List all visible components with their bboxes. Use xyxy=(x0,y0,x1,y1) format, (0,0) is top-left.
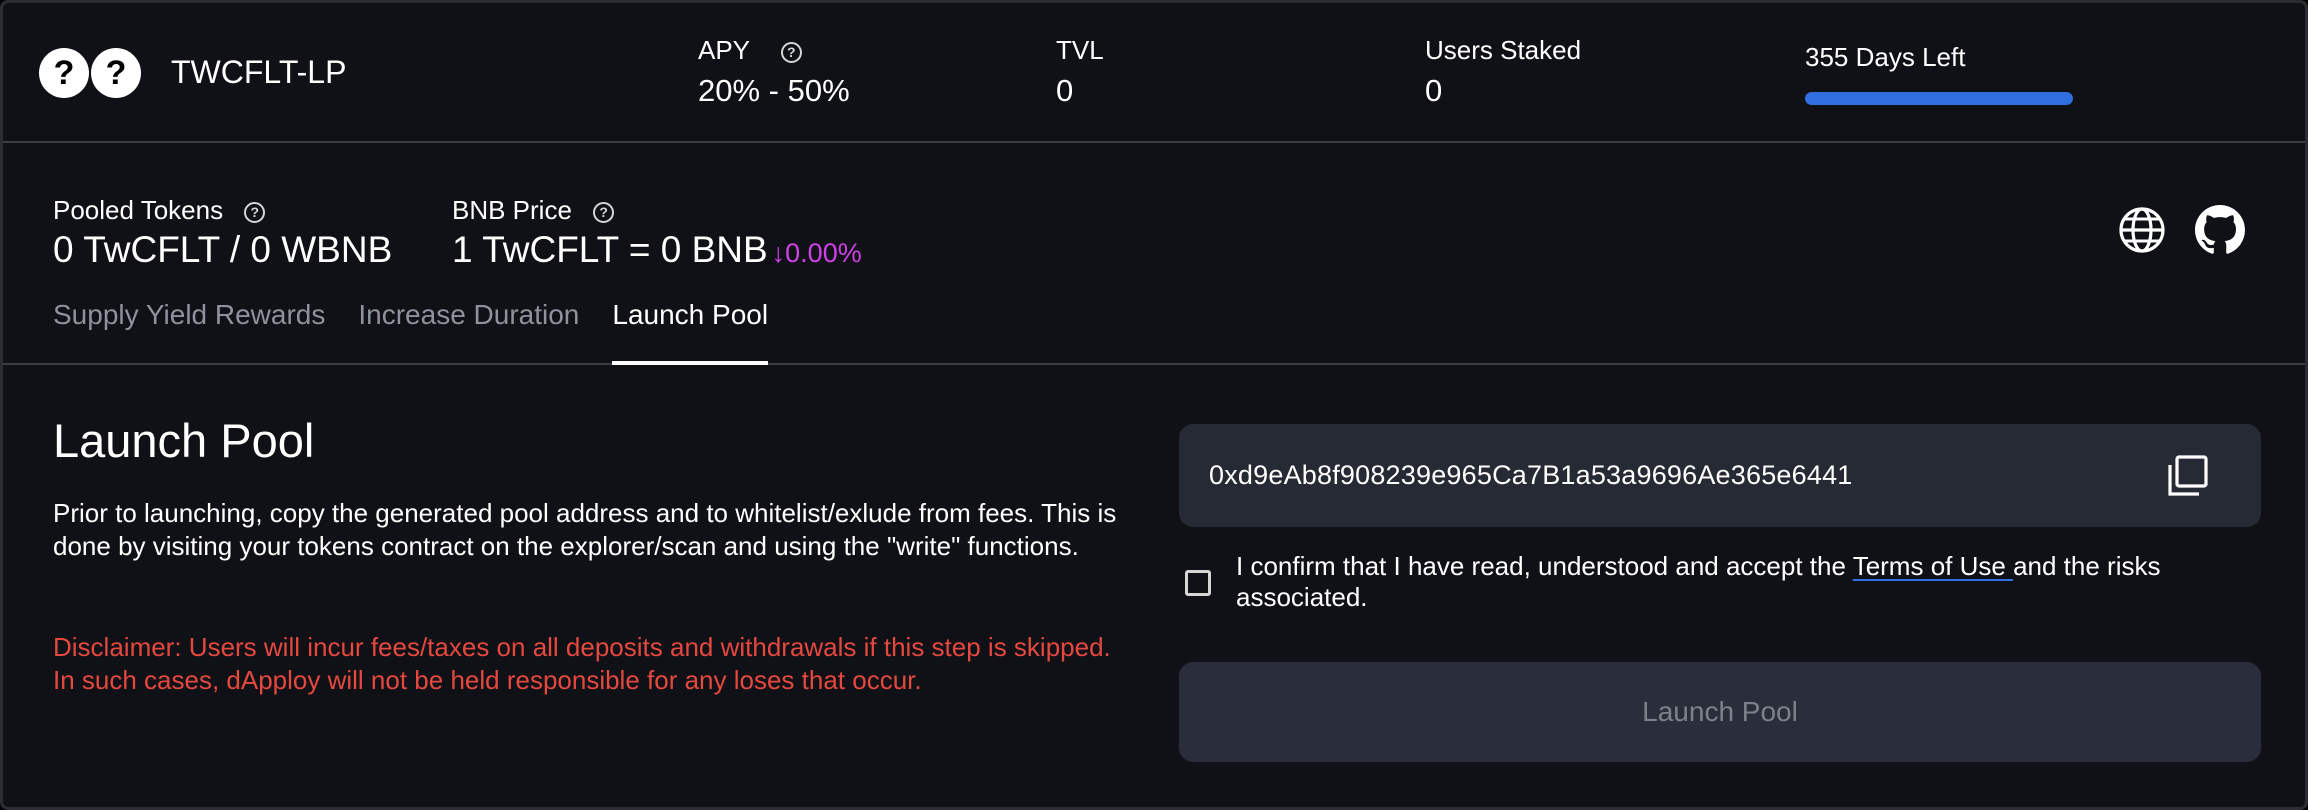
pooled-tokens-label-row: Pooled Tokens ? xyxy=(53,195,266,226)
bnb-price-label: BNB Price xyxy=(452,195,572,225)
days-left-progress xyxy=(1805,92,2073,105)
pooled-tokens-help-icon[interactable]: ? xyxy=(244,201,266,223)
tvl-label: TVL xyxy=(1056,35,1104,65)
apy-value: 20% - 50% xyxy=(698,73,850,108)
pool-info: Pooled Tokens ? 0 TwCFLT / 0 WBNB BNB Pr… xyxy=(3,143,2305,365)
disclaimer-text: Disclaimer: Users will incur fees/taxes … xyxy=(53,632,1111,695)
bnb-price-row: 1 TwCFLT = 0 BNB ↓0.00% xyxy=(452,229,862,271)
copy-icon[interactable] xyxy=(2165,454,2209,498)
tab-supply-yield-rewards[interactable]: Supply Yield Rewards xyxy=(53,299,325,365)
bnb-price-help-icon[interactable]: ? xyxy=(593,201,615,223)
users-staked-value: 0 xyxy=(1425,73,1443,108)
bnb-price-label-row: BNB Price ? xyxy=(452,195,615,226)
pooled-tokens-label: Pooled Tokens xyxy=(53,195,224,225)
launch-pool-button[interactable]: Launch Pool xyxy=(1179,662,2261,762)
days-left-label: 355 Days Left xyxy=(1805,42,1966,72)
pool-header: ? ? TWCFLT-LP APY ? 20% - 50% TVL 0 User… xyxy=(3,3,2305,143)
days-left-progress-fill xyxy=(1805,92,2073,105)
confirm-prefix: I confirm that I have read, understood a… xyxy=(1236,551,1853,581)
apy-help-icon[interactable]: ? xyxy=(780,41,802,63)
panel-title: Launch Pool xyxy=(53,414,315,467)
users-staked-label: Users Staked xyxy=(1425,35,1582,65)
github-icon[interactable] xyxy=(2195,205,2245,255)
apy-label: APY xyxy=(698,35,750,65)
pooled-tokens-value: 0 TwCFLT / 0 WBNB xyxy=(53,229,393,270)
panel-description: Prior to launching, copy the generated p… xyxy=(53,498,1117,561)
confirm-checkbox[interactable] xyxy=(1185,570,1211,596)
tab-increase-duration[interactable]: Increase Duration xyxy=(358,299,579,365)
pool-address: 0xd9eAb8f908239e965Ca7B1a53a9696Ae365e64… xyxy=(1209,460,1853,490)
launch-pool-panel: Launch Pool Prior to launching, copy the… xyxy=(3,367,2305,807)
apy-label-row: APY ? xyxy=(698,35,802,66)
tab-launch-pool[interactable]: Launch Pool xyxy=(612,299,768,365)
bnb-price-change: ↓0.00% xyxy=(771,238,862,268)
token-a-icon: ? xyxy=(39,48,89,98)
globe-icon[interactable] xyxy=(2117,205,2167,255)
tvl-value: 0 xyxy=(1056,73,1074,108)
pair-name: TWCFLT-LP xyxy=(171,54,347,90)
terms-of-use-link[interactable]: Terms of Use xyxy=(1853,551,2013,581)
pool-address-field: 0xd9eAb8f908239e965Ca7B1a53a9696Ae365e64… xyxy=(1179,424,2261,527)
bnb-price-value: 1 TwCFLT = 0 BNB xyxy=(452,229,768,270)
confirm-text: I confirm that I have read, understood a… xyxy=(1236,551,2246,613)
pool-tabs: Supply Yield Rewards Increase Duration L… xyxy=(53,299,768,365)
token-b-icon: ? xyxy=(91,48,141,98)
pool-card: ? ? TWCFLT-LP APY ? 20% - 50% TVL 0 User… xyxy=(0,0,2308,810)
